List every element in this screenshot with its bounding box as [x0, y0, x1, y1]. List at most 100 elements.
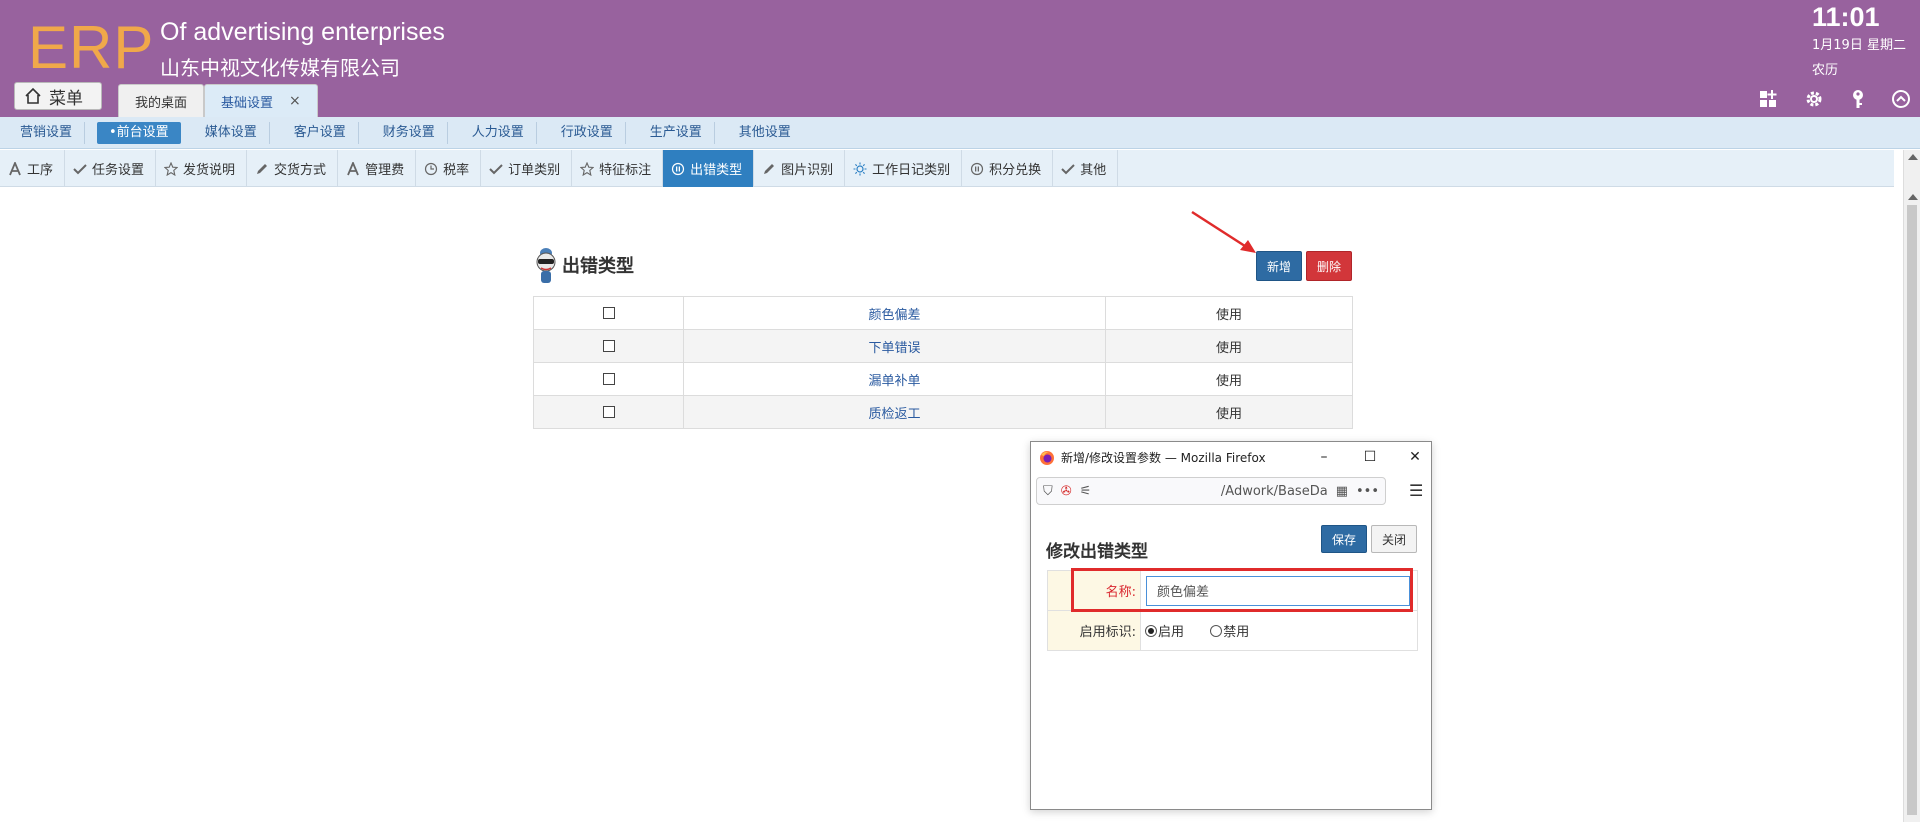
- main-menu-button[interactable]: 菜单: [14, 82, 102, 110]
- company-title-cn: 山东中视文化传媒有限公司: [160, 56, 400, 80]
- row-name-link[interactable]: 下单错误: [683, 329, 1106, 363]
- subnav-label: 订单类别: [508, 163, 561, 178]
- mascot-icon: [536, 248, 556, 283]
- subnav-process[interactable]: 工序: [0, 150, 66, 187]
- table-row: 颜色偏差 使用: [533, 296, 1353, 330]
- nav-media-settings[interactable]: 媒体设置: [193, 121, 270, 144]
- close-window-icon[interactable]: ✕: [1405, 448, 1425, 466]
- blocked-permissions-icon[interactable]: ✇: [1061, 484, 1072, 499]
- subnav-label: 积分兑换: [989, 163, 1042, 178]
- enable-radio-label[interactable]: 启用: [1158, 625, 1184, 640]
- url-bar[interactable]: ⛉ ✇ ⚟ /Adwork/BaseDa ▦ •••: [1036, 477, 1386, 505]
- nav-customer-settings[interactable]: 客户设置: [282, 121, 359, 144]
- subnav-image-recognition[interactable]: 图片识别: [754, 150, 846, 187]
- nav-admin-settings[interactable]: 行政设置: [549, 121, 626, 144]
- annotation-arrow-icon: [1191, 210, 1256, 253]
- subnav-order-category[interactable]: 订单类别: [481, 150, 573, 187]
- subnav-management-fee[interactable]: 管理费: [338, 150, 417, 187]
- maximize-icon[interactable]: ☐: [1360, 448, 1380, 466]
- subnav-shipping-notes[interactable]: 发货说明: [156, 150, 248, 187]
- minimize-icon[interactable]: –: [1314, 448, 1334, 466]
- close-button[interactable]: 关闭: [1371, 525, 1417, 553]
- apps-grid-icon[interactable]: [1758, 88, 1780, 110]
- row-name-link[interactable]: 漏单补单: [683, 362, 1106, 396]
- subnav-label: 出错类型: [690, 163, 743, 178]
- collapse-up-icon[interactable]: [1890, 88, 1912, 110]
- dialog-heading: 修改出错类型: [1046, 542, 1148, 562]
- row-status: 使用: [1105, 329, 1353, 363]
- row-name-link[interactable]: 颜色偏差: [683, 296, 1106, 330]
- save-button[interactable]: 保存: [1321, 525, 1367, 553]
- nav-other-settings[interactable]: 其他设置: [727, 122, 803, 144]
- qr-code-icon[interactable]: ▦: [1336, 484, 1348, 499]
- key-icon[interactable]: [1847, 88, 1869, 110]
- subnav-label: 税率: [443, 163, 470, 178]
- row-checkbox[interactable]: [602, 340, 615, 352]
- nav-hr-settings[interactable]: 人力设置: [460, 121, 537, 144]
- panel-title: 出错类型: [534, 245, 634, 285]
- tab-basic-settings[interactable]: 基础设置 ×: [204, 84, 318, 117]
- clock-date: 1月19日 星期二: [1812, 38, 1906, 53]
- home-icon: [25, 87, 41, 104]
- page-scrollbar[interactable]: [1903, 150, 1920, 822]
- star-icon: [579, 161, 594, 176]
- panel-title-text: 出错类型: [562, 256, 634, 277]
- disable-radio-label[interactable]: 禁用: [1223, 625, 1249, 640]
- shield-icon[interactable]: ⛉: [1043, 484, 1053, 499]
- subnav-label: 发货说明: [183, 163, 236, 178]
- row-checkbox[interactable]: [602, 373, 615, 385]
- row-status: 使用: [1105, 362, 1353, 396]
- enable-radio[interactable]: [1145, 624, 1157, 637]
- company-title-en: Of advertising enterprises: [160, 18, 445, 46]
- check-icon: [1060, 161, 1075, 176]
- subnav-delivery-method[interactable]: 交货方式: [247, 150, 339, 187]
- subnav-work-diary-category[interactable]: 工作日记类别: [845, 150, 963, 187]
- pencil-icon: [254, 161, 269, 176]
- nav-frontdesk-settings[interactable]: •前台设置: [97, 121, 181, 144]
- hamburger-menu-icon[interactable]: ☰: [1409, 481, 1423, 500]
- pause-circle-icon: [969, 161, 984, 176]
- subnav-label: 工作日记类别: [872, 163, 951, 178]
- row-checkbox[interactable]: [602, 307, 615, 319]
- disable-radio[interactable]: [1210, 624, 1223, 637]
- subcategory-nav: 工序 任务设置 发货说明 交货方式 管理费 税率 订单类别 特征标注 出错类型 …: [0, 150, 1894, 187]
- pencil-icon: [761, 161, 776, 176]
- edit-dialog-window: 新增/修改设置参数 — Mozilla Firefox – ☐ ✕ ⛉ ✇ ⚟ …: [1030, 441, 1432, 810]
- nav-finance-settings[interactable]: 财务设置: [371, 121, 448, 144]
- app-header: ERP Of advertising enterprises 山东中视文化传媒有…: [0, 0, 1920, 117]
- page-settings-icon[interactable]: ⚟: [1080, 484, 1092, 499]
- row-name-link[interactable]: 质检返工: [683, 395, 1106, 429]
- gear-icon[interactable]: [1803, 88, 1825, 110]
- check-icon: [488, 161, 503, 176]
- scroll-up-icon[interactable]: [1908, 194, 1918, 200]
- scroll-up-icon[interactable]: [1908, 154, 1918, 160]
- menu-label: 菜单: [49, 88, 83, 109]
- add-button[interactable]: 新增: [1256, 251, 1302, 281]
- more-actions-icon[interactable]: •••: [1356, 484, 1379, 499]
- subnav-points-exchange[interactable]: 积分兑换: [962, 150, 1054, 187]
- row-checkbox[interactable]: [602, 406, 615, 418]
- close-icon[interactable]: ×: [289, 93, 301, 109]
- pause-circle-icon: [670, 161, 685, 176]
- erp-logo: ERP: [28, 14, 155, 81]
- delete-button[interactable]: 删除: [1306, 251, 1352, 281]
- lunar-calendar-link[interactable]: 农历: [1812, 59, 1838, 78]
- subnav-other[interactable]: 其他: [1053, 150, 1119, 187]
- subnav-feature-marking[interactable]: 特征标注: [572, 150, 664, 187]
- nav-production-settings[interactable]: 生产设置: [638, 121, 715, 144]
- annotation-highlight-box: [1071, 568, 1413, 612]
- check-icon: [72, 161, 87, 176]
- tab-label: 基础设置: [221, 95, 274, 111]
- form-row-flag: 启用标识: 启用 禁用: [1047, 610, 1418, 651]
- nav-marketing-settings[interactable]: 营销设置: [8, 121, 86, 144]
- row-status: 使用: [1105, 296, 1353, 330]
- tab-my-desktop[interactable]: 我的桌面: [118, 84, 205, 117]
- table-row: 漏单补单 使用: [533, 362, 1353, 396]
- url-text: /Adwork/BaseDa: [1220, 483, 1328, 499]
- clock-time: 11:01: [1812, 2, 1880, 32]
- subnav-task-settings[interactable]: 任务设置: [65, 150, 157, 187]
- scrollbar-thumb[interactable]: [1907, 205, 1917, 815]
- subnav-tax-rate[interactable]: 税率: [416, 150, 482, 187]
- category-nav: 营销设置 •前台设置 媒体设置 客户设置 财务设置 人力设置 行政设置 生产设置…: [0, 117, 1920, 149]
- subnav-error-type[interactable]: 出错类型: [663, 150, 755, 187]
